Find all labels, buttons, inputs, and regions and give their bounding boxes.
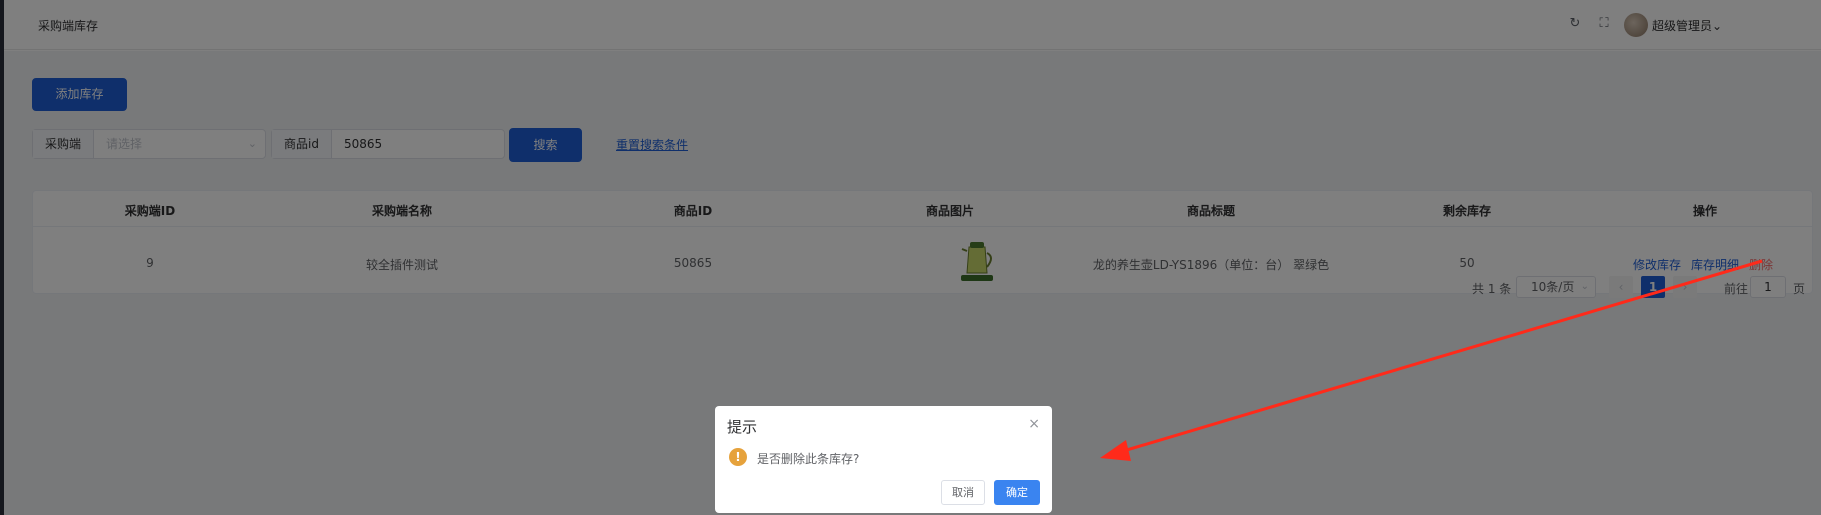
confirm-button[interactable]: 确定 bbox=[994, 480, 1040, 505]
dialog-title: 提示 bbox=[727, 418, 758, 436]
confirm-dialog: 提示 × ! 是否删除此条库存? 取消 确定 bbox=[715, 406, 1052, 513]
warning-icon: ! bbox=[729, 448, 747, 466]
dialog-message: 是否删除此条库存? bbox=[757, 452, 860, 466]
close-icon[interactable]: × bbox=[1028, 416, 1040, 432]
cancel-button[interactable]: 取消 bbox=[941, 480, 985, 505]
